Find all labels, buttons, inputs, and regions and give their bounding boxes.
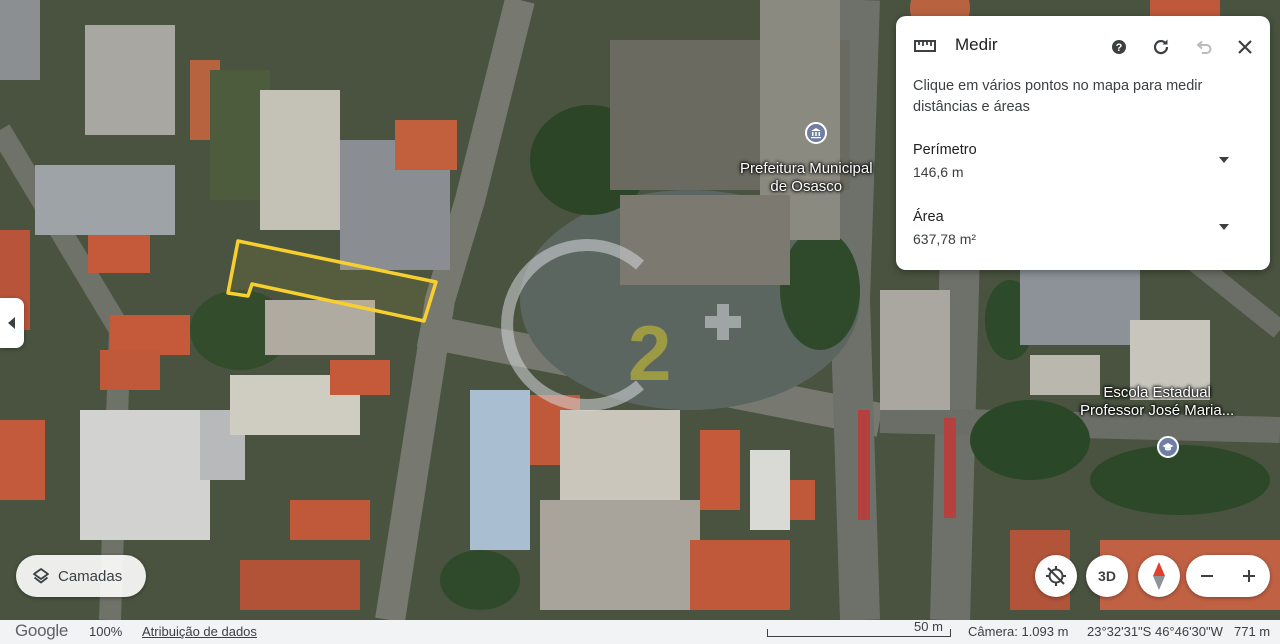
ground-altitude: 771 m	[1234, 624, 1271, 639]
map-label-escola[interactable]: Escola Estadual Professor José Maria...	[1080, 384, 1234, 420]
layers-icon	[33, 568, 49, 584]
area-dropdown-icon[interactable]	[1218, 223, 1230, 231]
close-icon	[1238, 40, 1252, 54]
help-icon: ?	[1112, 40, 1126, 54]
coordinates: 23°32'31"S 46°46'30"W	[1087, 624, 1223, 639]
location-button[interactable]	[1035, 555, 1077, 597]
compass-button[interactable]	[1138, 555, 1180, 597]
3d-label: 3D	[1098, 568, 1116, 584]
perimeter-value: 146,6 m	[913, 164, 964, 180]
school-icon[interactable]	[1157, 436, 1179, 458]
compass-icon	[1153, 562, 1165, 590]
layers-label: Camadas	[58, 567, 123, 585]
refresh-button[interactable]	[1150, 36, 1172, 58]
svg-text:2: 2	[628, 309, 671, 397]
measure-panel: Medir ? Clique em vários pontos no mapa …	[896, 16, 1270, 270]
scale-label: 50 m	[914, 619, 943, 634]
perimeter-dropdown-icon[interactable]	[1218, 156, 1230, 164]
status-bar: Google 100% Atribuição de dados 50 m Câm…	[0, 619, 1280, 644]
camera-altitude: Câmera: 1.093 m	[968, 624, 1069, 639]
zoom-in-icon[interactable]	[1241, 568, 1257, 584]
ruler-icon	[914, 40, 936, 52]
google-logo: Google	[15, 621, 69, 640]
help-button[interactable]: ?	[1108, 36, 1130, 58]
map-label-prefeitura[interactable]: Prefeitura Municipal de Osasco	[740, 160, 873, 196]
3d-button[interactable]: 3D	[1086, 555, 1128, 597]
panel-title: Medir	[955, 35, 998, 54]
data-attribution-link[interactable]: Atribuição de dados	[142, 624, 257, 639]
area-label: Área	[913, 209, 944, 225]
panel-description: Clique em vários pontos no mapa para med…	[913, 78, 1203, 115]
undo-icon	[1196, 40, 1212, 54]
chevron-left-icon	[8, 317, 15, 329]
svg-text:?: ?	[1116, 42, 1123, 54]
zoom-level: 100%	[89, 624, 123, 639]
zoom-out-icon[interactable]	[1199, 568, 1215, 584]
government-building-icon[interactable]	[805, 122, 827, 144]
zoom-control	[1186, 555, 1270, 597]
refresh-icon	[1153, 39, 1169, 55]
perimeter-label: Perímetro	[913, 142, 977, 158]
map-label-line: Prefeitura Municipal de Osasco	[740, 160, 873, 195]
undo-button[interactable]	[1193, 36, 1215, 58]
area-value: 637,78 m²	[913, 231, 977, 247]
location-disabled-icon	[1046, 566, 1066, 586]
layers-button[interactable]: Camadas	[16, 555, 146, 597]
map-label-line: Escola Estadual Professor José Maria...	[1080, 384, 1235, 419]
collapse-panel-button[interactable]	[0, 298, 24, 348]
close-button[interactable]	[1234, 36, 1256, 58]
